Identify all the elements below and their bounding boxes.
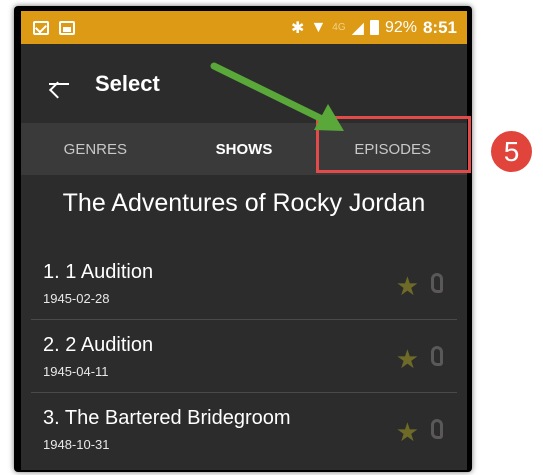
- ear-icon[interactable]: [431, 419, 443, 439]
- list-item[interactable]: 2. 2 Audition 1945-04-11 ★: [31, 320, 457, 393]
- back-arrow-icon[interactable]: [45, 69, 75, 99]
- episodes-tab-highlight: [316, 116, 471, 173]
- wifi-icon: ▼: [310, 18, 327, 36]
- app-bar: Select: [21, 44, 467, 123]
- network-type: 4G: [332, 22, 346, 33]
- episode-title: 3. The Bartered Bridegroom: [43, 407, 291, 429]
- episode-title: 2. 2 Audition: [43, 334, 154, 356]
- signal-icon: ◢: [351, 19, 364, 37]
- phone-frame: ✱ ▼ 4G ◢ 92% 8:51 Select GENRES SHOWS EP…: [14, 6, 472, 472]
- ear-icon[interactable]: [431, 273, 443, 293]
- list-item[interactable]: 3. The Bartered Bridegroom 1948-10-31 ★: [31, 393, 457, 466]
- app-screen: ✱ ▼ 4G ◢ 92% 8:51 Select GENRES SHOWS EP…: [21, 11, 467, 470]
- episode-list: 1. 1 Audition 1945-02-28 ★ 2. 2 Audition…: [21, 247, 467, 466]
- star-icon[interactable]: ★: [396, 417, 419, 448]
- tab-shows[interactable]: SHOWS: [170, 123, 319, 175]
- clock: 8:51: [422, 17, 457, 37]
- battery-percent: 92%: [384, 18, 417, 36]
- episode-title: 1. 1 Audition: [43, 261, 154, 283]
- bluetooth-icon: ✱: [291, 19, 305, 37]
- battery-icon: [369, 20, 379, 35]
- page-title: Select: [95, 70, 160, 96]
- show-title: The Adventures of Rocky Jordan: [62, 189, 426, 217]
- star-icon[interactable]: ★: [396, 344, 419, 375]
- list-item[interactable]: 1. 1 Audition 1945-02-28 ★: [31, 247, 457, 320]
- tab-genres[interactable]: GENRES: [21, 123, 170, 175]
- episode-date: 1945-02-28: [43, 291, 110, 306]
- ear-icon[interactable]: [431, 346, 443, 366]
- episode-date: 1945-04-11: [43, 364, 109, 379]
- image-icon: [59, 20, 75, 35]
- status-bar: ✱ ▼ 4G ◢ 92% 8:51: [21, 11, 467, 44]
- episode-date: 1948-10-31: [43, 437, 110, 452]
- star-icon[interactable]: ★: [396, 271, 419, 302]
- mail-icon: [33, 20, 49, 35]
- step-badge: 5: [491, 131, 532, 172]
